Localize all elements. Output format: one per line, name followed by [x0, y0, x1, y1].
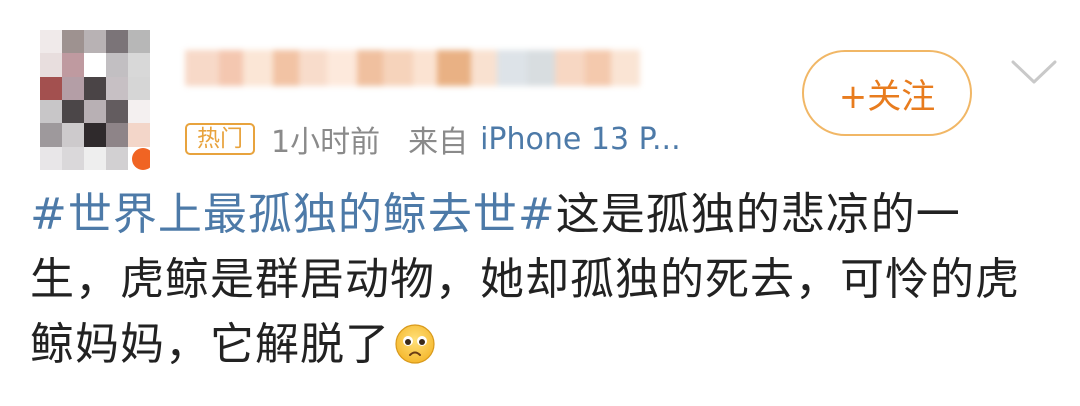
post-time: 1小时前 — [271, 125, 381, 160]
topic-hashtag-link[interactable]: #世界上最孤独的鲸去世# — [30, 189, 556, 240]
follow-button[interactable]: +关注 — [802, 50, 972, 136]
avatar-pixel — [84, 76, 106, 100]
avatar-pixel — [84, 99, 106, 124]
username-pixel — [471, 50, 497, 86]
avatar-pixel — [128, 76, 150, 100]
avatar-pixel — [128, 30, 150, 54]
post-meta: 热门 1小时前 来自 iPhone 13 P... — [185, 117, 681, 161]
avatar-pixel — [84, 53, 106, 77]
avatar-pixel — [84, 123, 106, 147]
username-pixel — [273, 50, 299, 86]
username-blurred[interactable] — [185, 45, 640, 91]
avatar-pixel — [62, 30, 84, 54]
chevron-down-icon[interactable] — [1010, 58, 1058, 88]
username-pixel — [555, 50, 585, 86]
post-content: #世界上最孤独的鲸去世#这是孤独的悲凉的一生，虎鲸是群居动物，她却孤独的死去，可… — [30, 182, 1050, 377]
username-pixel — [413, 50, 437, 86]
username-pixel — [437, 50, 471, 86]
username-pixel — [327, 50, 357, 86]
avatar-pixel — [128, 123, 150, 147]
source-prefix: 来自 — [408, 125, 469, 160]
avatar-pixel — [40, 99, 62, 124]
verified-badge-icon — [132, 148, 150, 170]
avatar-pixel — [40, 53, 62, 77]
username-pixel — [357, 50, 383, 86]
avatar-pixel — [62, 146, 84, 170]
avatar-pixel — [106, 146, 128, 170]
avatar-pixel — [62, 53, 84, 77]
avatar-pixel — [106, 30, 128, 54]
source-device-link[interactable]: iPhone 13 P... — [480, 122, 681, 157]
avatar-pixel — [40, 76, 62, 100]
username-pixel — [585, 50, 611, 86]
avatar-pixel — [40, 123, 62, 147]
avatar-pixel — [128, 53, 150, 77]
avatar-pixel — [106, 76, 128, 100]
avatar-pixel — [128, 99, 150, 124]
avatar-pixel — [62, 99, 84, 124]
avatar-pixel — [106, 123, 128, 147]
username-pixel — [383, 50, 413, 86]
avatar-pixel — [106, 53, 128, 77]
avatar-pixel — [40, 30, 62, 54]
username-pixel — [527, 50, 555, 86]
username-pixel — [185, 50, 219, 86]
avatar-pixel — [62, 76, 84, 100]
hot-badge: 热门 — [185, 123, 255, 155]
avatar-pixel — [84, 30, 106, 54]
avatar-pixel — [40, 146, 62, 170]
username-pixel — [299, 50, 327, 86]
username-pixel — [497, 50, 527, 86]
sad-face-emoji-icon — [395, 324, 435, 364]
username-pixel — [219, 50, 243, 86]
avatar[interactable] — [40, 30, 150, 170]
avatar-pixel — [62, 123, 84, 147]
username-pixel — [611, 50, 640, 86]
username-pixel — [243, 50, 273, 86]
weibo-post-card: 热门 1小时前 来自 iPhone 13 P... +关注 #世界上最孤独的鲸去… — [0, 0, 1080, 406]
avatar-pixel — [84, 146, 106, 170]
avatar-pixel — [106, 99, 128, 124]
